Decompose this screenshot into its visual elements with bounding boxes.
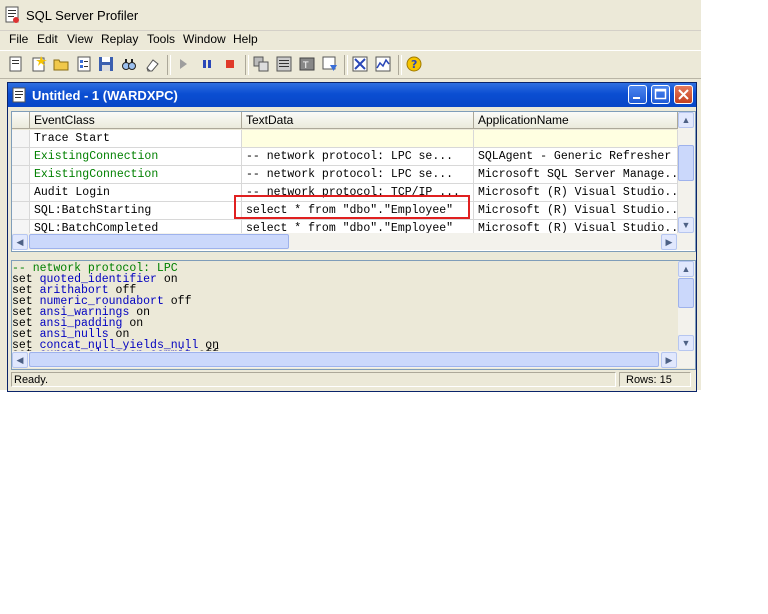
row-selector [12, 202, 30, 220]
cell-eventclass: Audit Login [30, 184, 242, 202]
scroll-down-icon[interactable]: ▼ [678, 217, 694, 233]
detail-value: on [129, 317, 144, 330]
scrollbar-thumb[interactable] [29, 352, 659, 367]
group-icon[interactable] [252, 55, 270, 73]
grid-horizontal-scrollbar[interactable]: ◀ ▶ [12, 233, 695, 250]
maximize-icon [654, 88, 667, 100]
pause-icon[interactable] [198, 55, 216, 73]
column-eventclass[interactable]: EventClass [30, 112, 242, 129]
cell-applicationname: Microsoft (R) Visual Studio... [474, 202, 678, 220]
row-selector [12, 130, 30, 148]
play-icon[interactable] [174, 55, 192, 73]
close-icon [678, 89, 689, 100]
column-applicationname[interactable]: ApplicationName [474, 112, 678, 129]
toolbar-separator [398, 55, 402, 75]
cell-eventclass: ExistingConnection [30, 148, 242, 166]
table-row[interactable]: ExistingConnection -- network protocol: … [12, 148, 678, 166]
menu-edit[interactable]: Edit [37, 32, 58, 46]
tools-icon[interactable] [351, 55, 369, 73]
scroll-down-icon[interactable]: ▼ [678, 335, 694, 351]
row-count: Rows: 15 [619, 372, 691, 387]
cell-applicationname [474, 130, 678, 148]
open-icon[interactable] [52, 55, 70, 73]
cell-applicationname: Microsoft SQL Server Manage... [474, 166, 678, 184]
status-bar: Ready. Rows: 15 [8, 370, 696, 390]
detail-vertical-scrollbar[interactable]: ▲ ▼ [678, 261, 695, 351]
find-icon[interactable] [120, 55, 138, 73]
stop-icon[interactable] [221, 55, 239, 73]
detail-value: off [170, 295, 192, 308]
highlight-annotation [234, 195, 470, 219]
minimize-icon [633, 97, 640, 99]
toolbar-separator [344, 55, 348, 75]
svg-text:?: ? [411, 58, 417, 71]
cell-eventclass: Trace Start [30, 130, 242, 148]
cell-textdata [242, 130, 474, 148]
help-icon[interactable]: ? [405, 55, 423, 73]
menu-tools[interactable]: Tools [147, 32, 175, 46]
trace-table-icon[interactable]: T [298, 55, 316, 73]
cell-eventclass: SQL:BatchStarting [30, 202, 242, 220]
textdata-detail-pane[interactable]: -- network protocol: LPC set quoted_iden… [11, 260, 696, 370]
save-icon[interactable] [97, 55, 115, 73]
menu-view[interactable]: View [67, 32, 93, 46]
cell-applicationname: Microsoft (R) Visual Studio... [474, 184, 678, 202]
profiler-window: SQL Server Profiler File Edit View Repla… [0, 0, 701, 392]
template-props-icon[interactable] [321, 55, 339, 73]
trace-window-title: Untitled - 1 (WARDXPC) [32, 88, 178, 103]
scroll-left-icon[interactable]: ◀ [12, 234, 28, 250]
status-text: Ready. [11, 372, 616, 387]
scroll-right-icon[interactable]: ▶ [661, 352, 677, 368]
auto-scroll-icon[interactable] [275, 55, 293, 73]
toolbar-separator [245, 55, 249, 75]
scroll-right-icon[interactable]: ▶ [661, 234, 677, 250]
scroll-up-icon[interactable]: ▲ [678, 261, 694, 277]
table-row[interactable]: Trace Start [12, 130, 678, 148]
minimize-button[interactable] [628, 85, 647, 104]
scroll-left-icon[interactable]: ◀ [12, 352, 28, 368]
grid-header: EventClass TextData ApplicationName [12, 112, 678, 130]
perfmon-icon[interactable] [374, 55, 392, 73]
new-trace-icon[interactable] [7, 55, 25, 73]
row-header-corner [12, 112, 30, 129]
scroll-up-icon[interactable]: ▲ [678, 112, 694, 128]
app-titlebar: SQL Server Profiler [0, 0, 701, 31]
svg-text:T: T [302, 61, 309, 71]
new-template-icon[interactable] [30, 55, 48, 73]
row-selector [12, 184, 30, 202]
table-row[interactable]: ExistingConnection -- network protocol: … [12, 166, 678, 184]
trace-icon [12, 87, 26, 103]
menu-file[interactable]: File [9, 32, 28, 46]
toolbar-separator [167, 55, 171, 75]
events-grid[interactable]: EventClass TextData ApplicationName Trac… [11, 111, 696, 252]
detail-value: on [163, 273, 178, 286]
grid-vertical-scrollbar[interactable]: ▲ ▼ [678, 112, 695, 233]
menu-help[interactable]: Help [233, 32, 258, 46]
cell-textdata: -- network protocol: LPC se... [242, 166, 474, 184]
clear-icon[interactable] [143, 55, 161, 73]
trace-window: Untitled - 1 (WARDXPC) EventClass TextDa… [7, 82, 697, 392]
app-title: SQL Server Profiler [26, 8, 139, 23]
row-selector [12, 166, 30, 184]
scrollbar-thumb[interactable] [678, 278, 694, 308]
menu-window[interactable]: Window [183, 32, 226, 46]
cell-applicationname: SQLAgent - Generic Refresher [474, 148, 678, 166]
cell-textdata: -- network protocol: LPC se... [242, 148, 474, 166]
column-textdata[interactable]: TextData [242, 112, 474, 129]
close-button[interactable] [674, 85, 693, 104]
properties-icon[interactable] [75, 55, 93, 73]
profiler-app-icon [5, 6, 19, 23]
cell-eventclass: ExistingConnection [30, 166, 242, 184]
detail-horizontal-scrollbar[interactable]: ◀ ▶ [12, 351, 695, 368]
menu-replay[interactable]: Replay [101, 32, 138, 46]
maximize-button[interactable] [651, 85, 670, 104]
scrollbar-thumb[interactable] [678, 145, 694, 181]
scrollbar-thumb[interactable] [29, 234, 289, 249]
row-selector [12, 148, 30, 166]
trace-window-titlebar: Untitled - 1 (WARDXPC) [8, 83, 696, 107]
toolbar: T ? [0, 50, 701, 79]
menu-bar: File Edit View Replay Tools Window Help [0, 30, 701, 49]
